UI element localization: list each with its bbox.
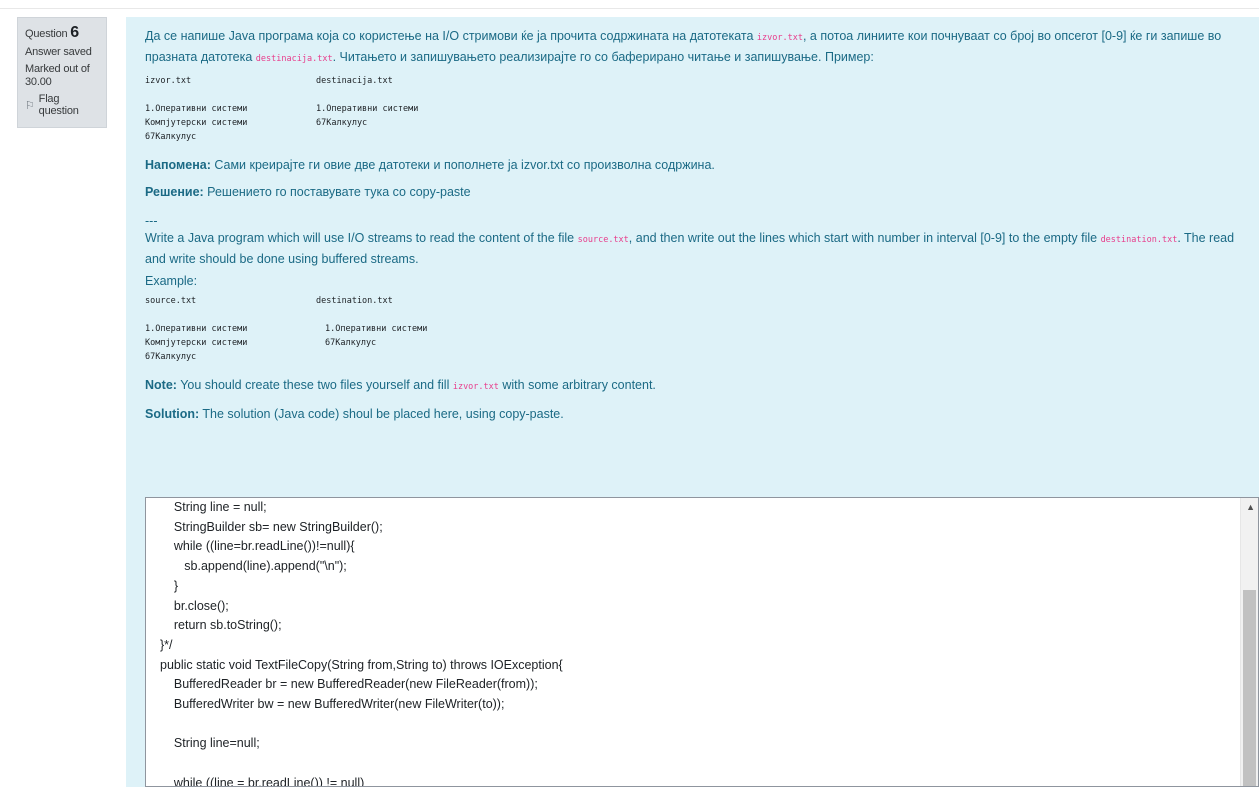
en-row-left: Компјутерски системи: [145, 338, 248, 348]
marked-out-of: Marked out of 30.00: [25, 63, 90, 88]
en-dest-file-code: destination.txt: [1100, 235, 1178, 245]
mk-example-header-left: izvor.txt: [145, 76, 192, 86]
mk-dest-file-code: destinacija.txt: [255, 54, 333, 64]
flag-question-link[interactable]: ⚐ Flag question: [25, 93, 99, 117]
en-row-right: 67Калкулус: [325, 338, 377, 348]
flag-question-label: Flag question: [38, 93, 79, 117]
code-line: }: [160, 578, 179, 593]
en-solution-label: Solution:: [145, 407, 200, 421]
en-row-right: 1.Оперативни системи: [325, 324, 428, 334]
en-intro: Write a Java program which will use I/O …: [145, 229, 1240, 269]
mk-intro-text-1: Да се напише Java програма која со корис…: [145, 29, 757, 43]
code-line: sb.append(line).append("\n");: [160, 559, 347, 574]
en-note-text-2: with some arbitrary content.: [498, 378, 656, 392]
mk-note-text: Сами креирајте ги овие две датотеки и по…: [210, 158, 715, 172]
en-example-label: Example:: [145, 274, 198, 288]
scroll-up-icon[interactable]: ▲: [1246, 502, 1255, 512]
scrollbar-thumb[interactable]: [1243, 590, 1256, 786]
mk-row-left: 67Калкулус: [145, 132, 197, 142]
en-solution-text: The solution (Java code) shoul be placed…: [199, 407, 564, 421]
answer-code[interactable]: String line = null; StringBuilder sb= ne…: [160, 498, 563, 787]
code-line: String line=null;: [160, 736, 260, 751]
en-intro-text-1: Write a Java program which will use I/O …: [145, 231, 578, 245]
mk-example-row: Компјутерски системи 67Калкулус: [145, 116, 1240, 130]
mk-note-label: Напомена:: [145, 158, 211, 172]
en-intro-text-2: , and then write out the lines which sta…: [628, 231, 1101, 245]
mk-row-right: 67Калкулус: [316, 118, 368, 128]
en-row-left: 67Калкулус: [145, 352, 197, 362]
separator: ---: [145, 214, 158, 228]
en-example-row: Компјутерски системи 67Калкулус: [145, 336, 1240, 350]
en-example-row: 1.Оперативни системи 1.Оперативни системи: [145, 322, 1240, 336]
mk-solution: Решение: Решението го поставувате тука с…: [145, 183, 1240, 202]
en-note: Note: You should create these two files …: [145, 376, 1240, 397]
code-line: br.close();: [160, 598, 229, 613]
en-solution: Solution: The solution (Java code) shoul…: [145, 405, 1240, 424]
en-note-text-1: You should create these two files yourse…: [176, 378, 453, 392]
en-example-header-right: destination.txt: [316, 296, 393, 306]
code-line: return sb.toString();: [160, 618, 282, 633]
code-line: StringBuilder sb= new StringBuilder();: [160, 519, 383, 534]
code-line: BufferedReader br = new BufferedReader(n…: [160, 677, 538, 692]
code-line: BufferedWriter bw = new BufferedWriter(n…: [160, 697, 505, 712]
mk-row-right: 1.Оперативни системи: [316, 104, 419, 114]
code-line: while ((line = br.readLine()) != null): [160, 775, 365, 787]
mk-source-file-code: izvor.txt: [756, 33, 803, 43]
en-note-file-code: izvor.txt: [452, 382, 499, 392]
question-number: Question 6: [25, 24, 99, 42]
top-divider: [0, 8, 1259, 9]
mk-example-header: izvor.txt destinacija.txt: [145, 74, 1240, 88]
mk-solution-text: Решението го поставувате тука со copy-pa…: [203, 185, 471, 199]
mk-row-left: 1.Оперативни системи: [145, 104, 248, 114]
flag-icon: ⚐: [25, 99, 35, 112]
code-line: String line = null;: [160, 500, 267, 514]
editor-scrollbar[interactable]: ▲: [1240, 498, 1258, 786]
answer-editor[interactable]: String line = null; StringBuilder sb= ne…: [145, 497, 1259, 787]
mk-example-header-right: destinacija.txt: [316, 76, 393, 86]
answer-status: Answer saved: [25, 46, 92, 58]
en-source-file-code: source.txt: [577, 235, 629, 245]
code-line: public static void TextFileCopy(String f…: [160, 657, 563, 672]
en-note-label: Note:: [145, 378, 177, 392]
mk-intro-text-3: . Читањето и запишувањето реализирајте г…: [332, 50, 874, 64]
code-line: }*/: [160, 637, 173, 652]
question-number-value: 6: [70, 24, 79, 41]
mk-solution-label: Решение:: [145, 185, 204, 199]
code-line: while ((line=br.readLine())!=null){: [160, 539, 355, 554]
mk-note: Напомена: Сами креирајте ги овие две дат…: [145, 156, 1240, 175]
en-row-left: 1.Оперативни системи: [145, 324, 248, 334]
en-example-header-left: source.txt: [145, 296, 197, 306]
question-label: Question: [25, 28, 68, 40]
mk-intro: Да се напише Java програма која со корис…: [145, 27, 1240, 69]
en-example-row: 67Калкулус: [145, 350, 1240, 364]
mk-example-row: 67Калкулус: [145, 130, 1240, 144]
question-info-panel: Question 6 Answer saved Marked out of 30…: [17, 17, 107, 128]
mk-row-left: Компјутерски системи: [145, 118, 248, 128]
mk-example-row: 1.Оперативни системи 1.Оперативни системи: [145, 102, 1240, 116]
en-example-header: source.txt destination.txt: [145, 294, 1240, 308]
